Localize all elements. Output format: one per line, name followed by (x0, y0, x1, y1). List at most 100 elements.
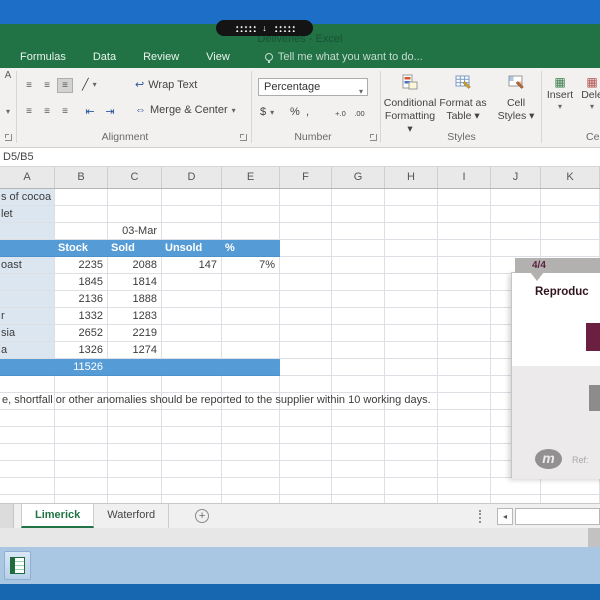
cell-D9[interactable] (162, 325, 222, 342)
cell-B2[interactable] (55, 206, 108, 223)
horizontal-scrollbar-thumb[interactable] (515, 508, 600, 525)
cell-G10[interactable] (332, 342, 385, 359)
column-header-I[interactable]: I (438, 167, 491, 188)
cell-H17[interactable] (385, 461, 438, 478)
cell-F14[interactable] (280, 410, 332, 427)
cell-E18[interactable] (222, 478, 280, 495)
cell-I1[interactable] (438, 189, 491, 206)
accounting-format-button[interactable]: $ ▾ (260, 106, 274, 118)
cell-B10[interactable]: 1326 (55, 342, 108, 359)
cell-F4[interactable] (280, 240, 332, 257)
cell-I13[interactable] (438, 393, 491, 410)
cell-I9[interactable] (438, 325, 491, 342)
cell-H19[interactable] (385, 495, 438, 503)
column-header-E[interactable]: E (222, 167, 280, 188)
cell-J18[interactable] (491, 478, 541, 495)
cell-G2[interactable] (332, 206, 385, 223)
cell-G3[interactable] (332, 223, 385, 240)
column-header-H[interactable]: H (385, 167, 438, 188)
dialog-launcher-icon[interactable] (240, 134, 247, 141)
cell-G16[interactable] (332, 444, 385, 461)
increase-decimal-button[interactable]: +.0 (332, 106, 349, 120)
cell-K3[interactable] (541, 223, 600, 240)
cell-B6[interactable]: 1845 (55, 274, 108, 291)
cell-C12[interactable] (108, 376, 162, 393)
column-header-D[interactable]: D (162, 167, 222, 188)
cell-E1[interactable] (222, 189, 280, 206)
cell-C4[interactable]: Sold (108, 240, 162, 257)
cell-D17[interactable] (162, 461, 222, 478)
cell-styles-button[interactable]: Cell Styles ▾ (490, 74, 542, 132)
cell-I10[interactable] (438, 342, 491, 359)
increase-indent-button[interactable]: ⇥ (102, 104, 118, 119)
cell-E8[interactable] (222, 308, 280, 325)
cell-J4[interactable] (491, 240, 541, 257)
cell-I6[interactable] (438, 274, 491, 291)
cell-H7[interactable] (385, 291, 438, 308)
cell-J3[interactable] (491, 223, 541, 240)
cell-E15[interactable] (222, 427, 280, 444)
panel-page-indicator[interactable]: 4/4 (515, 258, 600, 273)
formula-bar[interactable]: D5/B5 (0, 148, 600, 167)
cell-C10[interactable]: 1274 (108, 342, 162, 359)
wrap-text-button[interactable]: ↩ Wrap Text (135, 78, 197, 92)
cell-H12[interactable] (385, 376, 438, 393)
comma-style-button[interactable]: , (306, 106, 309, 118)
cell-I16[interactable] (438, 444, 491, 461)
cell-D14[interactable] (162, 410, 222, 427)
cell-G17[interactable] (332, 461, 385, 478)
cell-F8[interactable] (280, 308, 332, 325)
dialog-launcher-icon[interactable] (370, 134, 377, 141)
cell-D1[interactable] (162, 189, 222, 206)
panel-secondary-button[interactable] (589, 385, 600, 411)
cell-C17[interactable] (108, 461, 162, 478)
align-top-button[interactable]: ≡ (21, 78, 37, 93)
cell-G9[interactable] (332, 325, 385, 342)
cell-D8[interactable] (162, 308, 222, 325)
column-header-G[interactable]: G (332, 167, 385, 188)
cell-D16[interactable] (162, 444, 222, 461)
cell-I19[interactable] (438, 495, 491, 503)
cell-C14[interactable] (108, 410, 162, 427)
conditional-formatting-button[interactable]: Conditional Formatting ▾ (384, 74, 436, 135)
column-header-F[interactable]: F (280, 167, 332, 188)
cell-A4[interactable] (0, 240, 55, 257)
cell-H8[interactable] (385, 308, 438, 325)
cell-I8[interactable] (438, 308, 491, 325)
cell-A9[interactable]: sia (0, 325, 55, 342)
cell-H11[interactable] (385, 359, 438, 376)
cell-J2[interactable] (491, 206, 541, 223)
cell-F19[interactable] (280, 495, 332, 503)
cell-F17[interactable] (280, 461, 332, 478)
cell-F11[interactable] (280, 359, 332, 376)
cell-I14[interactable] (438, 410, 491, 427)
cell-E7[interactable] (222, 291, 280, 308)
cell-G7[interactable] (332, 291, 385, 308)
cell-G14[interactable] (332, 410, 385, 427)
cell-E17[interactable] (222, 461, 280, 478)
cell-D10[interactable] (162, 342, 222, 359)
cell-I15[interactable] (438, 427, 491, 444)
cell-A8[interactable]: r (0, 308, 55, 325)
cell-H14[interactable] (385, 410, 438, 427)
cell-F1[interactable] (280, 189, 332, 206)
ribbon-tab-view[interactable]: View (206, 51, 230, 63)
cell-D12[interactable] (162, 376, 222, 393)
panel-primary-button[interactable] (586, 323, 600, 351)
cell-A5[interactable]: oast (0, 257, 55, 274)
cell-A18[interactable] (0, 478, 55, 495)
cell-K2[interactable] (541, 206, 600, 223)
align-center-button[interactable]: ≡ (39, 104, 55, 119)
cell-F5[interactable] (280, 257, 332, 274)
align-right-button[interactable]: ≡ (57, 104, 73, 119)
cell-E4[interactable]: % (222, 240, 280, 257)
cell-F12[interactable] (280, 376, 332, 393)
orientation-button[interactable]: ╱ ▾ (82, 78, 97, 91)
format-as-table-button[interactable]: Format as Table ▾ (437, 74, 489, 132)
cell-A12[interactable] (0, 376, 55, 393)
cell-H3[interactable] (385, 223, 438, 240)
cell-G19[interactable] (332, 495, 385, 503)
font-dropdown-button[interactable]: ▾ (0, 104, 16, 119)
cell-D2[interactable] (162, 206, 222, 223)
cell-B7[interactable]: 2136 (55, 291, 108, 308)
